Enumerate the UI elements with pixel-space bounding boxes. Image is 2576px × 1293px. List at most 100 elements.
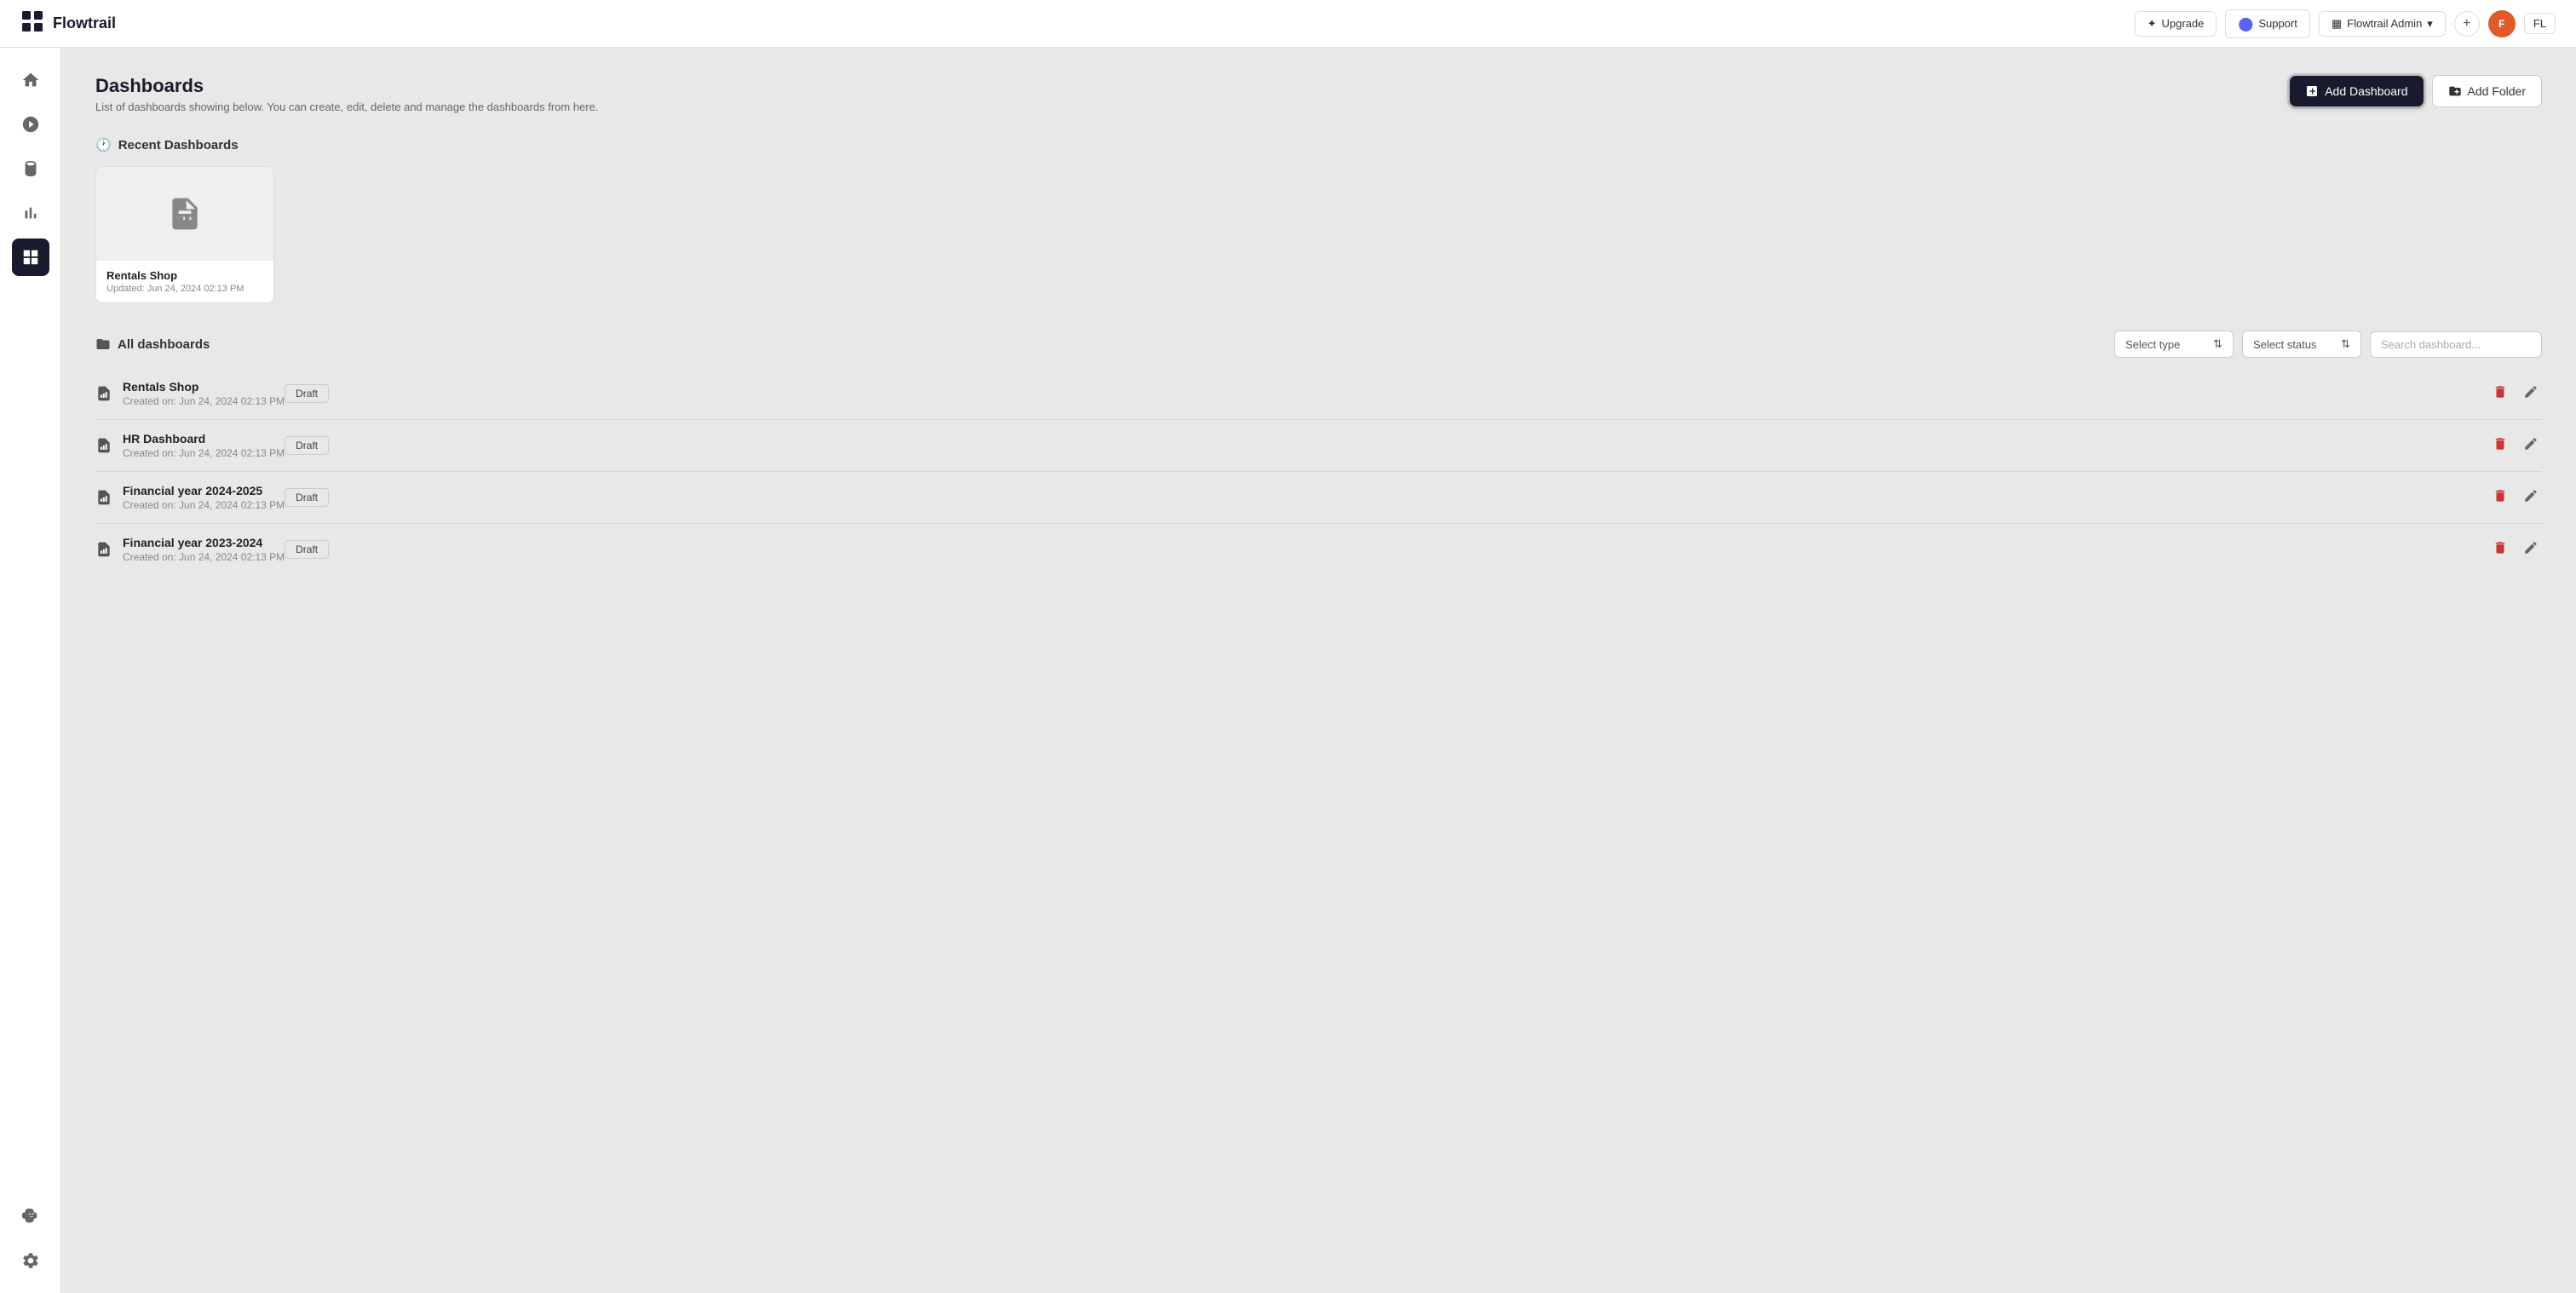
table-row: HR Dashboard Created on: Jun 24, 2024 02… <box>95 420 2542 472</box>
sidebar <box>0 48 61 1293</box>
recent-dashboard-card[interactable]: Rentals Shop Updated: Jun 24, 2024 02:13… <box>95 166 274 303</box>
type-filter-label: Select type <box>2125 338 2180 351</box>
logo-icon <box>20 9 44 38</box>
status-badge: Draft <box>285 488 329 507</box>
row-date: Created on: Jun 24, 2024 02:13 PM <box>123 551 285 563</box>
user-initials-button[interactable]: FL <box>2524 13 2556 34</box>
header-actions: ✦ Upgrade ⬤ Support ▦ Flowtrail Admin ▾ … <box>2135 9 2556 38</box>
row-left: Financial year 2024-2025 Created on: Jun… <box>95 484 285 511</box>
page-header: Dashboards List of dashboards showing be… <box>95 75 2542 113</box>
row-name: Financial year 2023-2024 <box>123 536 285 549</box>
avatar: F <box>2488 10 2516 37</box>
card-name: Rentals Shop <box>106 269 263 282</box>
card-preview <box>96 167 273 261</box>
support-label: Support <box>2258 17 2297 30</box>
row-actions <box>2489 381 2542 407</box>
upgrade-button[interactable]: ✦ Upgrade <box>2135 11 2217 37</box>
clock-icon: 🕐 <box>95 137 112 152</box>
row-info: Financial year 2023-2024 Created on: Jun… <box>123 536 285 563</box>
chevron-down-icon: ▾ <box>2427 17 2433 31</box>
row-left: HR Dashboard Created on: Jun 24, 2024 02… <box>95 432 285 459</box>
recent-section-title: 🕐 Recent Dashboards <box>95 137 2542 152</box>
plus-icon: + <box>2463 16 2470 32</box>
table-row: Financial year 2024-2025 Created on: Jun… <box>95 472 2542 524</box>
row-left: Rentals Shop Created on: Jun 24, 2024 02… <box>95 380 285 407</box>
delete-button[interactable] <box>2489 381 2511 407</box>
type-filter[interactable]: Select type ⇅ <box>2114 330 2234 358</box>
row-icon <box>95 385 112 402</box>
table-row: Rentals Shop Created on: Jun 24, 2024 02… <box>95 368 2542 420</box>
card-preview-icon <box>166 195 204 233</box>
filters: Select type ⇅ Select status ⇅ <box>2114 330 2542 358</box>
add-dashboard-icon <box>2305 84 2319 98</box>
row-actions <box>2489 485 2542 511</box>
user-initials: FL <box>2533 17 2546 30</box>
row-actions <box>2489 537 2542 563</box>
search-input[interactable] <box>2370 331 2542 358</box>
sidebar-item-dashboards[interactable] <box>12 238 49 276</box>
row-info: HR Dashboard Created on: Jun 24, 2024 02… <box>123 432 285 459</box>
edit-button[interactable] <box>2520 381 2542 407</box>
sidebar-item-charts[interactable] <box>12 194 49 232</box>
dashboard-list: Rentals Shop Created on: Jun 24, 2024 02… <box>95 368 2542 575</box>
status-filter-label: Select status <box>2253 338 2316 351</box>
sidebar-item-settings[interactable] <box>12 1242 49 1279</box>
row-date: Created on: Jun 24, 2024 02:13 PM <box>123 447 285 459</box>
row-icon <box>95 541 112 558</box>
add-folder-button[interactable]: Add Folder <box>2432 75 2542 107</box>
sidebar-item-home[interactable] <box>12 61 49 99</box>
delete-button[interactable] <box>2489 485 2511 511</box>
card-date: Updated: Jun 24, 2024 02:13 PM <box>106 284 263 294</box>
plus-button[interactable]: + <box>2454 11 2480 37</box>
edit-button[interactable] <box>2520 537 2542 563</box>
add-dashboard-label: Add Dashboard <box>2325 84 2407 98</box>
sidebar-item-data[interactable] <box>12 150 49 187</box>
row-name: Rentals Shop <box>123 380 285 394</box>
support-button[interactable]: ⬤ Support <box>2225 9 2309 38</box>
all-dashboards-header: All dashboards Select type ⇅ Select stat… <box>95 330 2542 358</box>
row-left: Financial year 2023-2024 Created on: Jun… <box>95 536 285 563</box>
main-layout: Dashboards List of dashboards showing be… <box>0 48 2576 1293</box>
row-name: HR Dashboard <box>123 432 285 445</box>
upgrade-label: Upgrade <box>2162 17 2205 30</box>
delete-button[interactable] <box>2489 433 2511 459</box>
delete-button[interactable] <box>2489 537 2511 563</box>
status-filter-chevron: ⇅ <box>2341 337 2350 351</box>
row-name: Financial year 2024-2025 <box>123 484 285 497</box>
discord-icon: ⬤ <box>2238 15 2253 32</box>
edit-button[interactable] <box>2520 485 2542 511</box>
status-badge: Draft <box>285 540 329 559</box>
sidebar-item-ai[interactable] <box>12 1198 49 1235</box>
row-actions <box>2489 433 2542 459</box>
header: Flowtrail ✦ Upgrade ⬤ Support ▦ Flowtrai… <box>0 0 2576 48</box>
admin-label: Flowtrail Admin <box>2347 17 2422 30</box>
page-title-block: Dashboards List of dashboards showing be… <box>95 75 598 113</box>
status-badge: Draft <box>285 436 329 455</box>
add-dashboard-button[interactable]: Add Dashboard <box>2290 76 2423 106</box>
admin-button[interactable]: ▦ Flowtrail Admin ▾ <box>2319 11 2446 37</box>
page-subtitle: List of dashboards showing below. You ca… <box>95 101 598 113</box>
type-filter-chevron: ⇅ <box>2213 337 2222 351</box>
row-info: Rentals Shop Created on: Jun 24, 2024 02… <box>123 380 285 407</box>
row-date: Created on: Jun 24, 2024 02:13 PM <box>123 395 285 407</box>
recent-grid: Rentals Shop Updated: Jun 24, 2024 02:13… <box>95 166 2542 303</box>
row-info: Financial year 2024-2025 Created on: Jun… <box>123 484 285 511</box>
card-info: Rentals Shop Updated: Jun 24, 2024 02:13… <box>96 261 273 302</box>
status-badge: Draft <box>285 384 329 403</box>
page-actions: Add Dashboard Add Folder <box>2290 75 2542 107</box>
upgrade-icon: ✦ <box>2148 17 2157 31</box>
logo-area: Flowtrail <box>20 9 116 38</box>
status-filter[interactable]: Select status ⇅ <box>2242 330 2361 358</box>
page-title: Dashboards <box>95 75 598 97</box>
edit-button[interactable] <box>2520 433 2542 459</box>
all-dashboards-title: All dashboards <box>95 336 210 352</box>
row-date: Created on: Jun 24, 2024 02:13 PM <box>123 499 285 511</box>
logo-text: Flowtrail <box>53 14 116 32</box>
add-folder-icon <box>2448 84 2462 98</box>
row-icon <box>95 489 112 506</box>
table-row: Financial year 2023-2024 Created on: Jun… <box>95 524 2542 575</box>
grid-icon: ▦ <box>2332 17 2342 31</box>
add-folder-label: Add Folder <box>2468 84 2526 98</box>
content-area: Dashboards List of dashboards showing be… <box>61 48 2576 1293</box>
sidebar-item-rocket[interactable] <box>12 106 49 143</box>
